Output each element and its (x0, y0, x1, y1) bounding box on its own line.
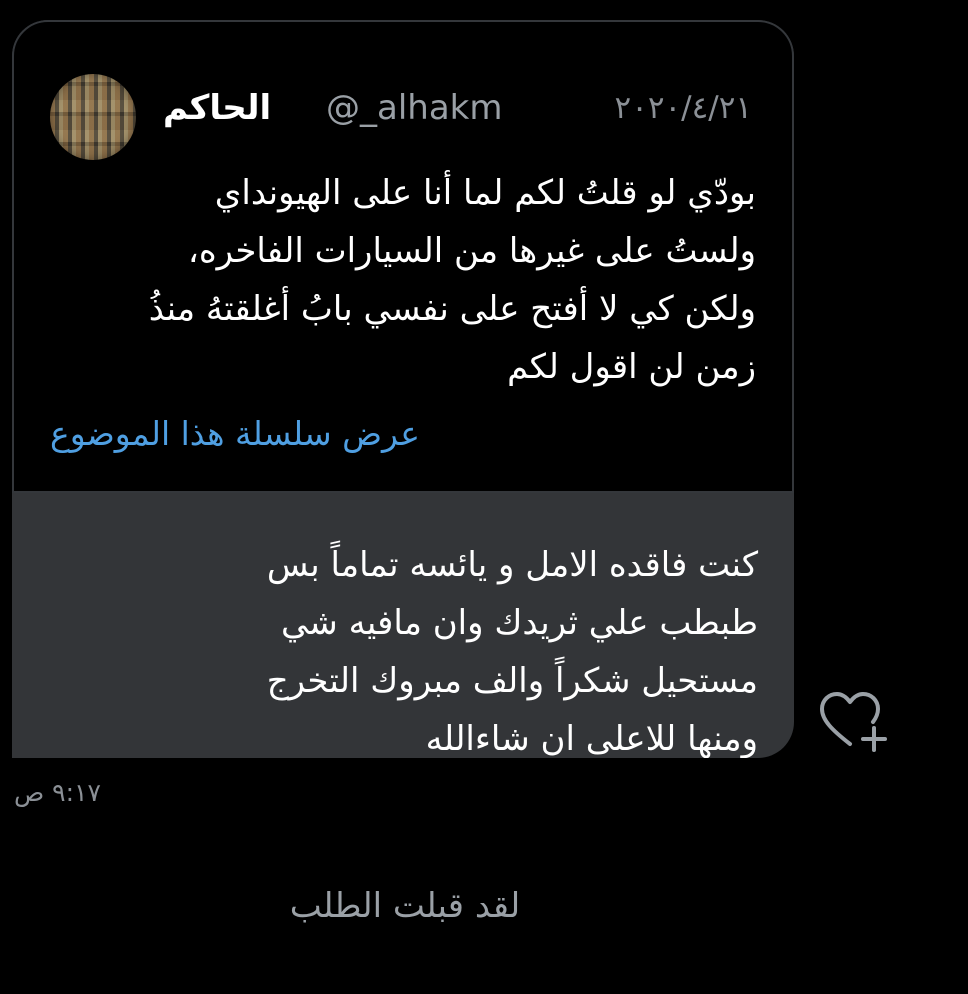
tweet-body: بودّي لو قلتُ لكم لما أنا على الهيونداي … (56, 164, 756, 396)
avatar[interactable] (50, 74, 136, 160)
request-accepted-note: لقد قبلت الطلب (289, 886, 521, 926)
message-bubble[interactable]: الحاكم @_alhakm ٢٠٢٠/٤/٢١ بودّي لو قلتُ … (12, 20, 794, 758)
tweet-line: بودّي لو قلتُ لكم لما أنا على الهيونداي (214, 173, 756, 213)
tweet-date: ٢٠٢٠/٤/٢١ (614, 90, 752, 126)
quoted-tweet-card[interactable]: الحاكم @_alhakm ٢٠٢٠/٤/٢١ بودّي لو قلتُ … (12, 20, 794, 493)
user-handle[interactable]: @_alhakm (326, 88, 502, 128)
tweet-line: ولستُ على غيرها من السيارات الفاخره، (187, 231, 756, 271)
heart-plus-icon[interactable] (818, 690, 892, 754)
tweet-line: ولكن كي لا أفتح على نفسي بابُ أغلقتهُ من… (148, 289, 756, 329)
tweet-line: زمن لن اقول لكم (507, 347, 756, 387)
message-line: ومنها للاعلى ان شاءالله (425, 719, 758, 758)
message-text: كنت فاقده الامل و يائسه تماماً بس طبطب ع… (58, 536, 758, 758)
show-thread-link[interactable]: عرض سلسلة هذا الموضوع (50, 414, 420, 453)
display-name[interactable]: الحاكم (163, 88, 271, 128)
tweet-header: الحاكم @_alhakm ٢٠٢٠/٤/٢١ (50, 74, 768, 160)
message-line: كنت فاقده الامل و يائسه تماماً بس (266, 545, 758, 585)
message-line: مستحيل شكراً والف مبروك التخرج (266, 661, 758, 701)
message-timestamp: ٩:١٧ ص (14, 778, 101, 807)
message-line: طبطب علي ثريدك وان مافيه شي (280, 603, 758, 643)
